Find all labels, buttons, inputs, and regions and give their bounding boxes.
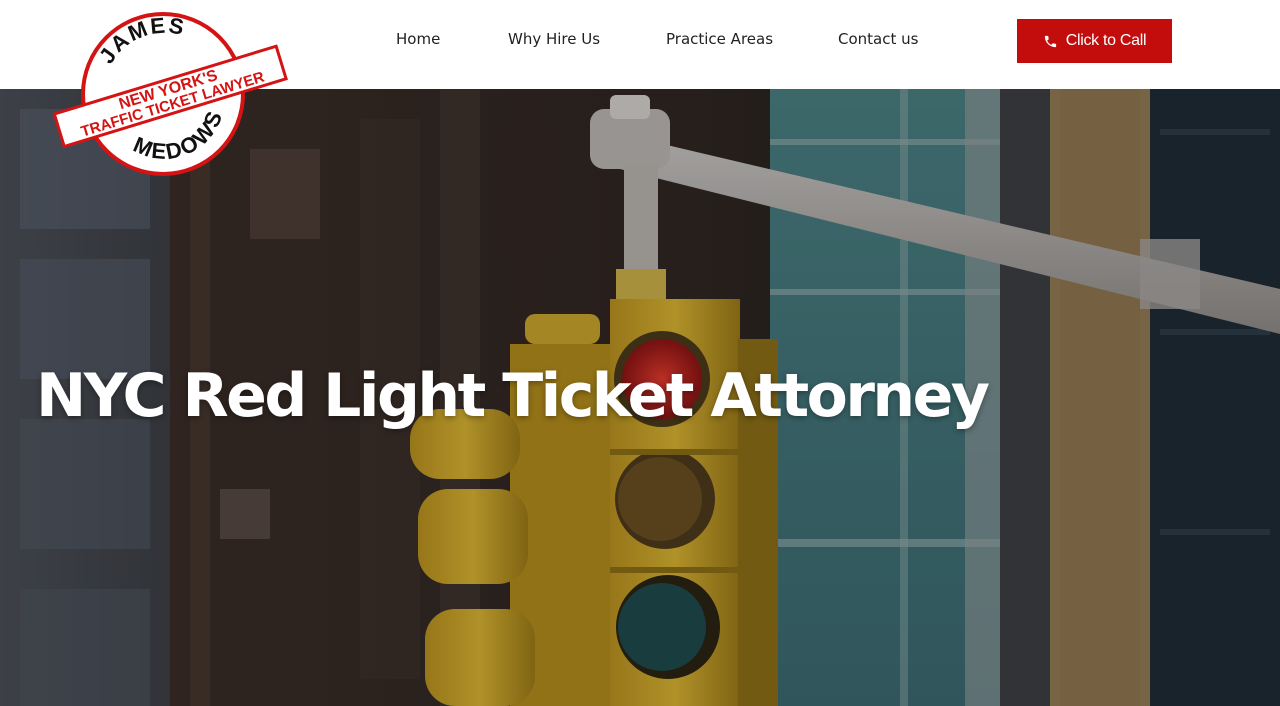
click-to-call-button[interactable]: Click to Call bbox=[1017, 19, 1172, 63]
nav-home[interactable]: Home bbox=[396, 30, 440, 48]
nav-practice-areas[interactable]: Practice Areas bbox=[666, 30, 773, 48]
hero-title: NYC Red Light Ticket Attorney bbox=[36, 361, 990, 431]
cta-label: Click to Call bbox=[1065, 32, 1147, 49]
phone-icon bbox=[1044, 35, 1056, 47]
site-logo[interactable]: JAMES MEDOWS NEW YORK'S TRAFFIC TICKET L… bbox=[48, 6, 288, 182]
nav-contact-us[interactable]: Contact us bbox=[838, 30, 918, 48]
nav-why-hire-us[interactable]: Why Hire Us bbox=[508, 30, 600, 48]
